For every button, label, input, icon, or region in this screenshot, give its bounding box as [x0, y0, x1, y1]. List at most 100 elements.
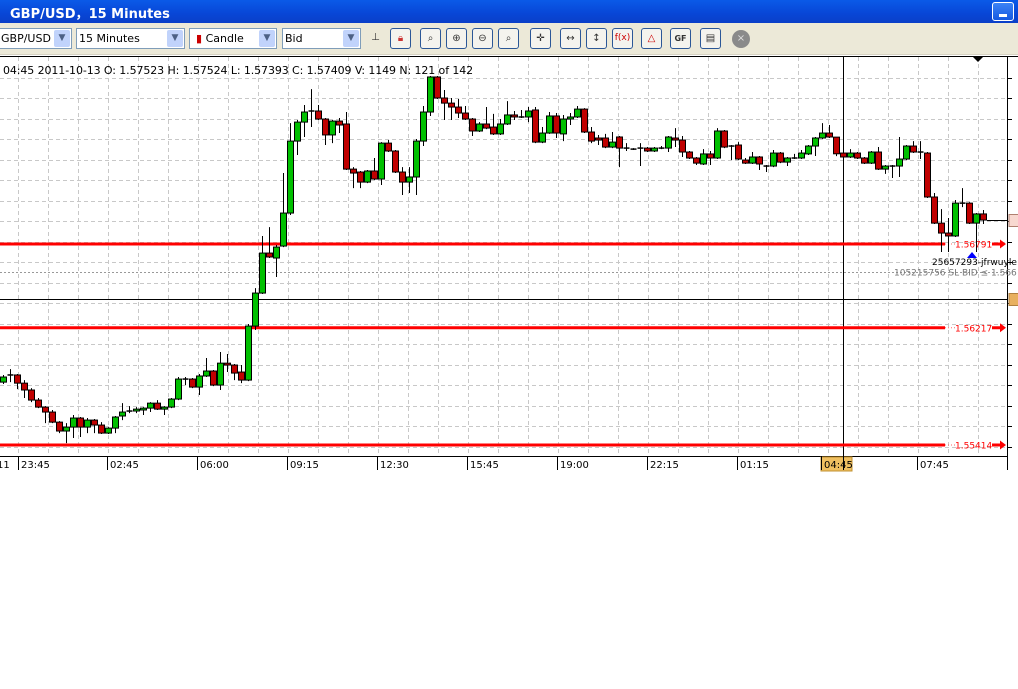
shapes-icon[interactable]: △ [641, 28, 662, 49]
candle-up [882, 165, 889, 170]
candle-up [245, 325, 252, 381]
zoom-in-icon[interactable]: ⊕ [446, 28, 467, 49]
price-type-select[interactable]: Bid ▼ [282, 28, 361, 49]
candle-up [301, 111, 308, 123]
gf-icon[interactable]: GF [670, 28, 691, 49]
time-tick-label: 02:45 [110, 460, 139, 471]
crosshair-icon[interactable]: ✛ [530, 28, 551, 49]
chevron-down-icon[interactable]: ▼ [259, 30, 275, 47]
candle-up [378, 142, 385, 180]
zoom-fit-icon[interactable]: ⌕ [420, 28, 441, 49]
candle-down [266, 252, 273, 258]
candle-up [70, 417, 77, 428]
candle-up [896, 158, 903, 167]
candle-down [35, 399, 42, 408]
chevron-down-icon[interactable]: ▼ [167, 30, 183, 47]
candle-down [343, 123, 350, 170]
candle-down [483, 123, 490, 129]
save-chart-icon[interactable]: ▤ [700, 28, 721, 49]
candle-up [259, 252, 266, 294]
candle-down [693, 157, 700, 164]
chart-type-select[interactable]: ▮ Candle ▼ [189, 28, 277, 49]
candle-up [406, 176, 413, 183]
minimize-button[interactable] [992, 2, 1014, 21]
candle-up [196, 375, 203, 388]
candle-up [0, 376, 7, 383]
level-arrow-icon [992, 440, 1006, 450]
horizontal-scale-icon[interactable]: ↔ [560, 28, 581, 49]
candle-down [462, 112, 469, 120]
lock-icon[interactable]: 🔒︎ [390, 28, 411, 49]
window-title: GBP/USD，15 Minutes [10, 7, 170, 22]
candle-down [357, 171, 364, 183]
time-tick-label: 23:45 [21, 460, 50, 471]
candle-down [371, 170, 378, 180]
candle-down [469, 118, 476, 132]
vertical-scale-icon[interactable]: ↕ [586, 28, 607, 49]
candle-down [553, 115, 560, 134]
current-price-marker [1008, 214, 1018, 227]
candle-up [147, 402, 154, 409]
candle-down [721, 130, 728, 148]
candle-down [224, 362, 231, 366]
candle-up [546, 115, 553, 134]
title-bar: GBP/USD，15 Minutes [0, 0, 1018, 23]
candle-up [427, 76, 434, 113]
candle-down [231, 364, 238, 374]
toolbar: GBP/USD ▼ 15 Minutes ▼ ▮ Candle ▼ Bid ▼ ⊥ 🔒︎… [0, 23, 1018, 55]
candle-down [490, 126, 497, 135]
time-tick-label: 12:30 [380, 460, 409, 471]
candle-up [651, 147, 658, 152]
candle-up [952, 202, 959, 237]
candle-icon: ▮ [196, 32, 203, 45]
zoom-reset-icon[interactable]: ⌕ [498, 28, 519, 49]
symbol-select[interactable]: GBP/USD ▼ [0, 28, 72, 49]
candle-down [595, 137, 602, 141]
axis-icon[interactable]: ⊥ [365, 28, 386, 49]
time-tick-label: 09:15 [290, 460, 319, 471]
candle-down [840, 152, 847, 158]
price-chart[interactable]: 11 23:45 02:45 06:00 09:15 12:30 15:45 19:00 22:… [0, 55, 1018, 475]
close-icon[interactable]: × [732, 30, 750, 48]
candle-up [805, 145, 812, 155]
time-tick-label: 04:45 [824, 460, 853, 471]
timeframe-value: 15 Minutes [79, 32, 140, 45]
candle-down [980, 213, 987, 221]
candle-up [161, 406, 168, 410]
time-tick-label: 19:00 [560, 460, 589, 471]
candle-up [574, 108, 581, 118]
candle-up [798, 152, 805, 159]
candle-up [567, 116, 574, 120]
timeframe-select[interactable]: 15 Minutes ▼ [76, 28, 185, 49]
candle-down [931, 196, 938, 224]
candle-down [385, 142, 392, 152]
chart-type-value: Candle [205, 32, 244, 45]
order-label: 25657293-jfrwuyle [932, 258, 1017, 268]
candle-down [861, 157, 868, 164]
candle-up [749, 156, 756, 164]
candle-up [819, 132, 826, 139]
candle-down [910, 145, 917, 153]
time-tick-label: 01:15 [740, 460, 769, 471]
candle-up [364, 170, 371, 183]
scroll-marker-icon [973, 57, 983, 62]
chevron-down-icon[interactable]: ▼ [54, 30, 70, 47]
chevron-down-icon[interactable]: ▼ [343, 30, 359, 47]
candle-down [238, 371, 245, 381]
zoom-out-icon[interactable]: ⊖ [472, 28, 493, 49]
candle-up [847, 152, 854, 158]
time-tick-label: 07:45 [920, 460, 949, 471]
candle-down [154, 402, 161, 410]
candle-down [42, 406, 49, 413]
candle-down [672, 137, 679, 141]
time-tick-label: 11 [0, 460, 10, 471]
candle-up [84, 419, 91, 428]
time-tick-label: 06:00 [200, 460, 229, 471]
candle-down [98, 424, 105, 434]
function-icon[interactable]: f(x) [612, 28, 633, 49]
candle-down [588, 131, 595, 142]
ohlc-info: 04:45 2011-10-13 O: 1.57523 H: 1.57524 L… [3, 64, 474, 77]
candle-up [119, 411, 126, 417]
candle-down [91, 419, 98, 426]
candle-up [105, 427, 112, 434]
